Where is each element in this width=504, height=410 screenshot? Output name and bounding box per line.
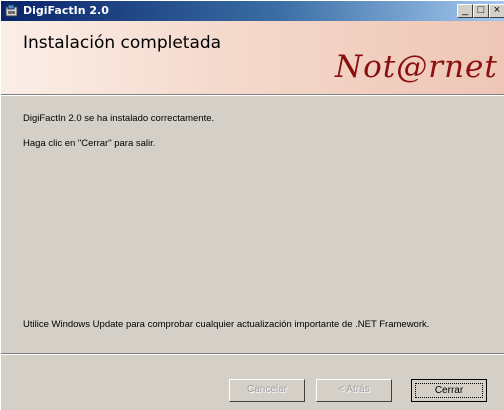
banner-separator: [1, 95, 504, 96]
installer-window: DigiFactIn 2.0 _ □ × Instalación complet…: [0, 0, 504, 410]
minimize-button[interactable]: _: [457, 4, 473, 18]
close-button[interactable]: Cerrar: [411, 379, 487, 402]
cancel-button[interactable]: Cancelar: [229, 379, 305, 402]
window-title: DigiFactIn 2.0: [23, 4, 109, 17]
exit-instruction: Haga clic en "Cerrar" para salir.: [23, 138, 156, 149]
notarnet-logo: Not@rnet: [335, 49, 498, 85]
close-window-button[interactable]: ×: [489, 4, 504, 18]
close-button-label: Cerrar: [415, 383, 483, 398]
title-bar[interactable]: DigiFactIn 2.0 _ □ ×: [1, 1, 504, 21]
success-message: DigiFactIn 2.0 se ha instalado correctam…: [23, 113, 215, 124]
header-banner: Instalación completada Not@rnet: [1, 21, 504, 95]
page-title: Instalación completada: [23, 33, 222, 53]
installer-icon: [5, 4, 19, 18]
back-button[interactable]: < Atrás: [316, 379, 392, 402]
maximize-button[interactable]: □: [473, 4, 489, 18]
footer-divider: [1, 353, 504, 355]
windows-update-note: Utilice Windows Update para comprobar cu…: [23, 319, 430, 330]
